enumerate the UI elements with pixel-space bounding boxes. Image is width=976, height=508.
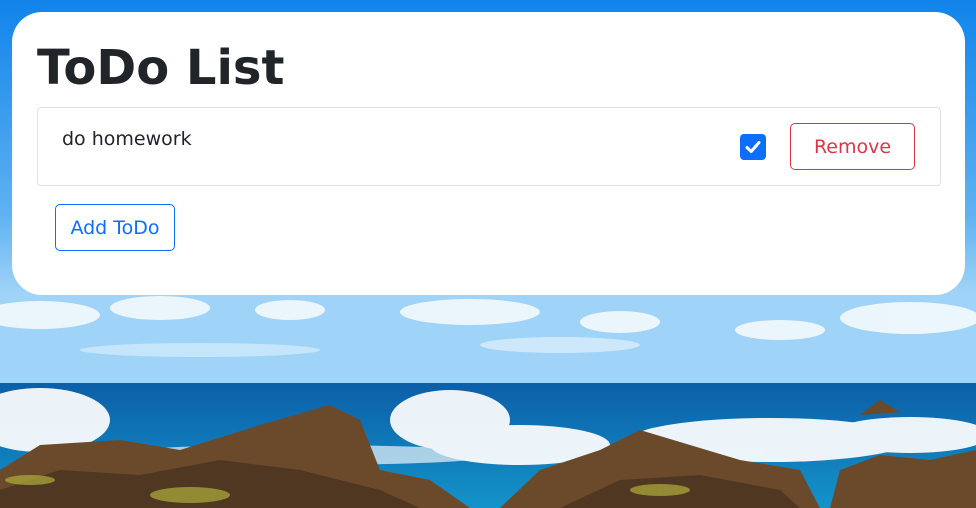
todo-item-text: do homework [62,128,192,150]
todo-complete-checkbox[interactable] [740,134,766,160]
remove-todo-button[interactable]: Remove [790,123,915,170]
page-title: ToDo List [37,40,285,96]
add-todo-button[interactable]: Add ToDo [55,204,175,251]
todo-card: ToDo List do homework Remove Add ToDo [12,12,965,295]
check-icon [745,141,761,153]
todo-item: do homework Remove [37,107,941,186]
